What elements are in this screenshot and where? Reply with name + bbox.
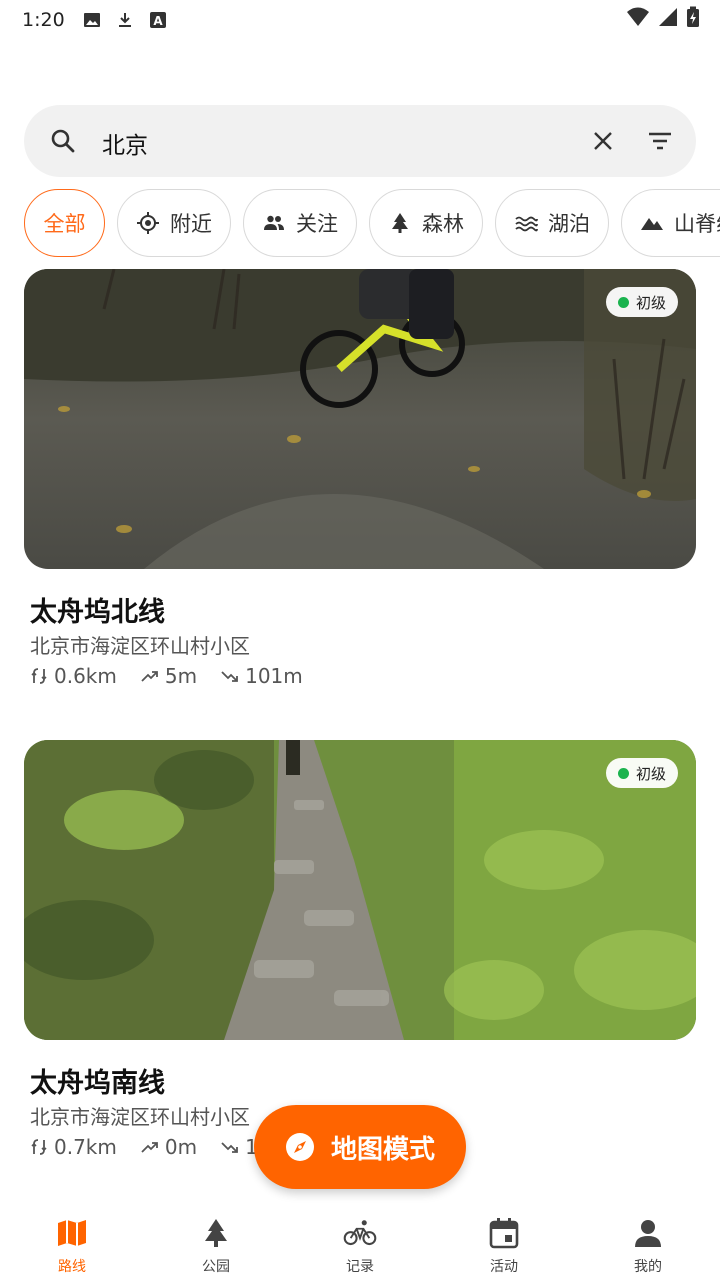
download-icon — [116, 11, 134, 29]
signal-icon — [658, 6, 678, 32]
close-icon[interactable] — [590, 128, 616, 158]
difficulty-badge: 初级 — [605, 758, 678, 788]
nav-item-routes[interactable]: 路线 — [0, 1206, 144, 1280]
ascent-value: 5m — [164, 664, 198, 688]
nav-item-record[interactable]: 记录 — [288, 1206, 432, 1280]
difficulty-dot-icon — [617, 296, 629, 308]
descent-stat: 1 — [221, 1135, 258, 1159]
filter-icon[interactable] — [646, 128, 674, 158]
chip-label: 全部 — [43, 212, 86, 236]
nav-item-activities[interactable]: 活动 — [432, 1206, 576, 1280]
distance-stat: 0.6km — [30, 664, 117, 688]
distance-stat: 0.7km — [30, 1135, 117, 1159]
chip-lake[interactable]: 湖泊 — [495, 189, 609, 257]
ascent-stat: 5m — [141, 664, 197, 688]
route-title[interactable]: 太舟坞南线 — [30, 1061, 165, 1100]
location-target-icon — [136, 211, 160, 235]
descent-stat: 101m — [221, 664, 303, 688]
people-icon — [262, 211, 286, 235]
chip-following[interactable]: 关注 — [243, 189, 357, 257]
chip-all[interactable]: 全部 — [24, 189, 105, 257]
trail-photo — [24, 269, 696, 569]
image-icon — [83, 11, 101, 29]
battery-charging-icon — [686, 6, 700, 32]
search-input[interactable]: 北京 — [102, 126, 148, 160]
wifi-icon — [626, 6, 650, 32]
nav-label: 活动 — [490, 1259, 518, 1275]
nav-item-parks[interactable]: 公园 — [144, 1206, 288, 1280]
status-time: 1:20 — [22, 9, 65, 31]
waves-icon — [514, 211, 538, 235]
nav-item-me[interactable]: 我的 — [576, 1206, 720, 1280]
route-card-image[interactable]: 初级 — [24, 269, 696, 569]
status-bar: 1:20 A — [0, 0, 720, 40]
filter-chips: 全部 附近 关注 森林 湖泊 山脊线 — [24, 189, 720, 257]
trending-up-icon — [141, 1138, 159, 1156]
trail-photo — [24, 740, 696, 1040]
bottom-nav: 路线 公园 记录 活动 我的 — [0, 1206, 720, 1280]
nav-label: 公园 — [202, 1259, 230, 1275]
route-stats: 0.7km 0m 1 — [30, 1135, 282, 1159]
distance-value: 0.7km — [54, 1135, 117, 1159]
difficulty-badge: 初级 — [605, 287, 678, 317]
tree-icon — [199, 1216, 233, 1250]
chip-label: 湖泊 — [548, 212, 590, 236]
ascent-value: 0m — [164, 1135, 198, 1159]
search-icon[interactable] — [50, 128, 76, 158]
chip-label: 森林 — [422, 212, 464, 236]
route-distance-icon — [30, 1138, 48, 1156]
person-icon — [631, 1216, 665, 1250]
svg-text:A: A — [153, 14, 163, 28]
difficulty-dot-icon — [617, 767, 629, 779]
chip-label: 山脊线 — [674, 212, 720, 236]
nav-label: 记录 — [346, 1259, 374, 1275]
font-icon: A — [149, 11, 167, 29]
chip-ridgeline[interactable]: 山脊线 — [621, 189, 720, 257]
compass-icon — [285, 1132, 315, 1162]
trending-down-icon — [221, 1138, 239, 1156]
difficulty-label: 初级 — [635, 293, 666, 312]
difficulty-label: 初级 — [635, 764, 666, 783]
route-distance-icon — [30, 667, 48, 685]
chip-nearby[interactable]: 附近 — [117, 189, 231, 257]
trending-down-icon — [221, 667, 239, 685]
tree-icon — [388, 211, 412, 235]
distance-value: 0.6km — [54, 664, 117, 688]
mountain-icon — [640, 211, 664, 235]
route-address: 北京市海淀区环山村小区 — [30, 1105, 250, 1129]
nav-label: 我的 — [634, 1259, 662, 1275]
nav-label: 路线 — [58, 1259, 86, 1275]
calendar-icon — [487, 1216, 521, 1250]
map-mode-label: 地图模式 — [330, 1134, 435, 1165]
map-icon — [55, 1216, 89, 1250]
route-card-image[interactable]: 初级 — [24, 740, 696, 1040]
route-title[interactable]: 太舟坞北线 — [30, 590, 165, 629]
map-mode-button[interactable]: 地图模式 — [254, 1105, 466, 1189]
chip-label: 附近 — [170, 212, 212, 236]
ascent-stat: 0m — [141, 1135, 197, 1159]
route-address: 北京市海淀区环山村小区 — [30, 634, 250, 658]
descent-value: 101m — [245, 664, 303, 688]
trending-up-icon — [141, 667, 159, 685]
bike-icon — [343, 1216, 377, 1250]
chip-forest[interactable]: 森林 — [369, 189, 483, 257]
route-stats: 0.6km 5m 101m — [30, 664, 327, 688]
chip-label: 关注 — [296, 212, 338, 236]
